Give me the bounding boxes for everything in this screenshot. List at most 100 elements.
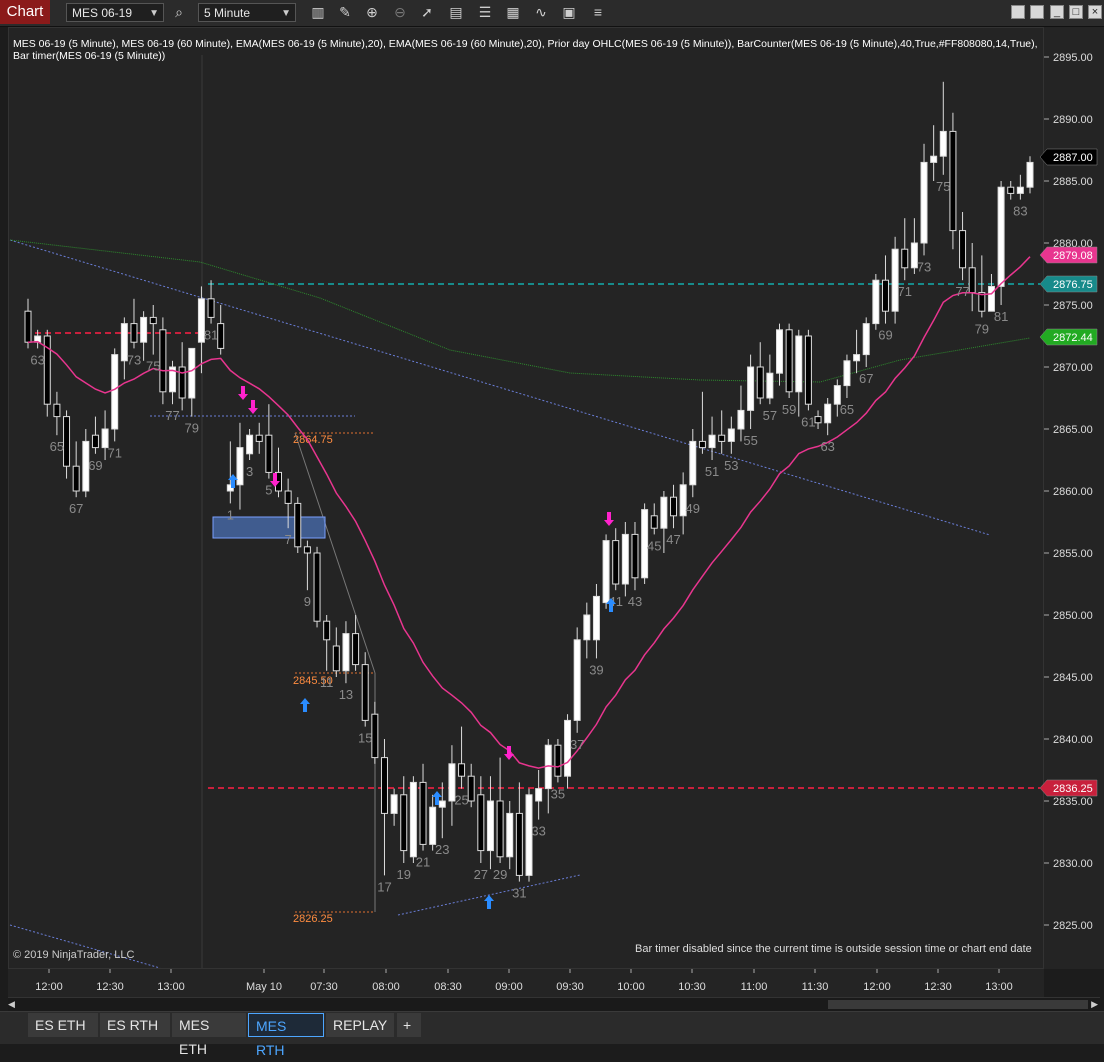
candle-body[interactable] (573, 639, 581, 721)
candle-body[interactable] (824, 403, 832, 424)
candle-body[interactable] (814, 416, 822, 424)
add-tab-button[interactable]: + (397, 1013, 421, 1037)
tab-mes-eth[interactable]: MES ETH (172, 1013, 246, 1057)
candle-body[interactable] (718, 434, 726, 442)
candle-body[interactable] (1016, 186, 1024, 194)
candle-body[interactable] (390, 794, 398, 814)
candle-body[interactable] (515, 812, 523, 876)
candle-body[interactable] (458, 763, 466, 777)
bar-counter-label: 57 (763, 408, 777, 423)
candle-body[interactable] (670, 496, 678, 517)
candle-body[interactable] (843, 360, 851, 387)
candle-body[interactable] (409, 781, 417, 858)
candle-body[interactable] (419, 781, 427, 845)
candle-body[interactable] (766, 372, 774, 399)
candle-body[interactable] (804, 335, 812, 405)
candle-body[interactable] (438, 800, 446, 808)
candle-body[interactable] (708, 434, 716, 449)
candle-body[interactable] (207, 298, 215, 318)
candle-body[interactable] (1026, 161, 1034, 188)
candle-body[interactable] (949, 130, 957, 232)
candle-body[interactable] (592, 595, 600, 641)
candle-body[interactable] (332, 645, 340, 672)
candle-body[interactable] (737, 409, 745, 430)
candle-body[interactable] (660, 496, 668, 529)
candle-body[interactable] (997, 186, 1005, 287)
candle-body[interactable] (650, 515, 658, 529)
candle-body[interactable] (554, 744, 562, 777)
candle-body[interactable] (612, 540, 620, 585)
candle-body[interactable] (303, 546, 311, 554)
candle-body[interactable] (313, 552, 321, 622)
candle-body[interactable] (901, 248, 909, 269)
trend-line-2[interactable] (9, 924, 161, 969)
candle-body[interactable] (747, 366, 755, 411)
scrollbar-thumb[interactable] (828, 1000, 1088, 1009)
candle-body[interactable] (400, 794, 408, 852)
candle-body[interactable] (978, 292, 986, 312)
candle-body[interactable] (968, 267, 976, 294)
candle-body[interactable] (72, 465, 80, 492)
candle-body[interactable] (284, 490, 292, 504)
candle-body[interactable] (149, 316, 157, 325)
candle-body[interactable] (631, 533, 639, 579)
candle-body[interactable] (939, 130, 947, 157)
candle-body[interactable] (881, 279, 889, 312)
candle-body[interactable] (535, 788, 543, 802)
candle-body[interactable] (698, 440, 706, 449)
tab-replay[interactable]: REPLAY (326, 1013, 394, 1037)
candle-body[interactable] (24, 310, 32, 343)
candle-body[interactable] (352, 633, 360, 666)
candle-body[interactable] (506, 812, 514, 858)
candle-body[interactable] (63, 416, 71, 467)
candle-body[interactable] (467, 775, 475, 802)
candle-body[interactable] (246, 434, 254, 455)
candle-body[interactable] (477, 794, 485, 852)
time-tick-label: 09:30 (556, 981, 584, 993)
candle-body[interactable] (496, 800, 504, 858)
horizontal-scrollbar[interactable]: ◀ ▶ (8, 997, 1100, 1012)
candle-body[interactable] (1007, 186, 1015, 194)
candle-body[interactable] (621, 533, 629, 585)
candle-body[interactable] (872, 279, 880, 325)
candle-body[interactable] (853, 354, 861, 362)
candle-body[interactable] (862, 323, 870, 356)
candle-body[interactable] (323, 620, 331, 641)
candle-body[interactable] (130, 323, 138, 343)
price-chart[interactable]: 2864.752845.502826.25636567697173 7577798… (0, 0, 1104, 1011)
candle-body[interactable] (140, 316, 148, 343)
candle-body[interactable] (217, 323, 225, 349)
candle-body[interactable] (930, 155, 938, 163)
candle-body[interactable] (756, 366, 764, 399)
candle-body[interactable] (371, 713, 379, 759)
candle-body[interactable] (987, 285, 995, 312)
candle-body[interactable] (111, 354, 119, 430)
candle-body[interactable] (159, 329, 167, 393)
scroll-left-icon[interactable]: ◀ (8, 999, 15, 1010)
candle-body[interactable] (891, 248, 899, 312)
candle-body[interactable] (776, 329, 783, 374)
candle-body[interactable] (188, 347, 196, 399)
candle-body[interactable] (265, 434, 273, 473)
tab-es-eth[interactable]: ES ETH (28, 1013, 98, 1037)
tab-mes-rth[interactable]: MES RTH (248, 1013, 324, 1058)
candle-body[interactable] (91, 434, 99, 449)
candle-body[interactable] (294, 502, 302, 548)
candle-body[interactable] (53, 403, 61, 418)
candle-body[interactable] (486, 800, 494, 852)
candle-body[interactable] (689, 440, 697, 486)
candle-body[interactable] (342, 633, 350, 672)
candle-body[interactable] (236, 447, 244, 486)
candle-body[interactable] (959, 230, 967, 269)
candle-body[interactable] (380, 757, 388, 814)
candle-body[interactable] (255, 434, 263, 442)
candle-body[interactable] (429, 806, 437, 845)
candle-body[interactable] (795, 335, 803, 393)
candle-body[interactable] (583, 614, 591, 641)
scroll-right-icon[interactable]: ▶ (1091, 999, 1098, 1010)
candle-body[interactable] (920, 161, 928, 244)
candle-body[interactable] (727, 428, 735, 442)
tab-es-rth[interactable]: ES RTH (100, 1013, 170, 1037)
candle-body[interactable] (785, 329, 793, 393)
candle-body[interactable] (361, 664, 369, 721)
